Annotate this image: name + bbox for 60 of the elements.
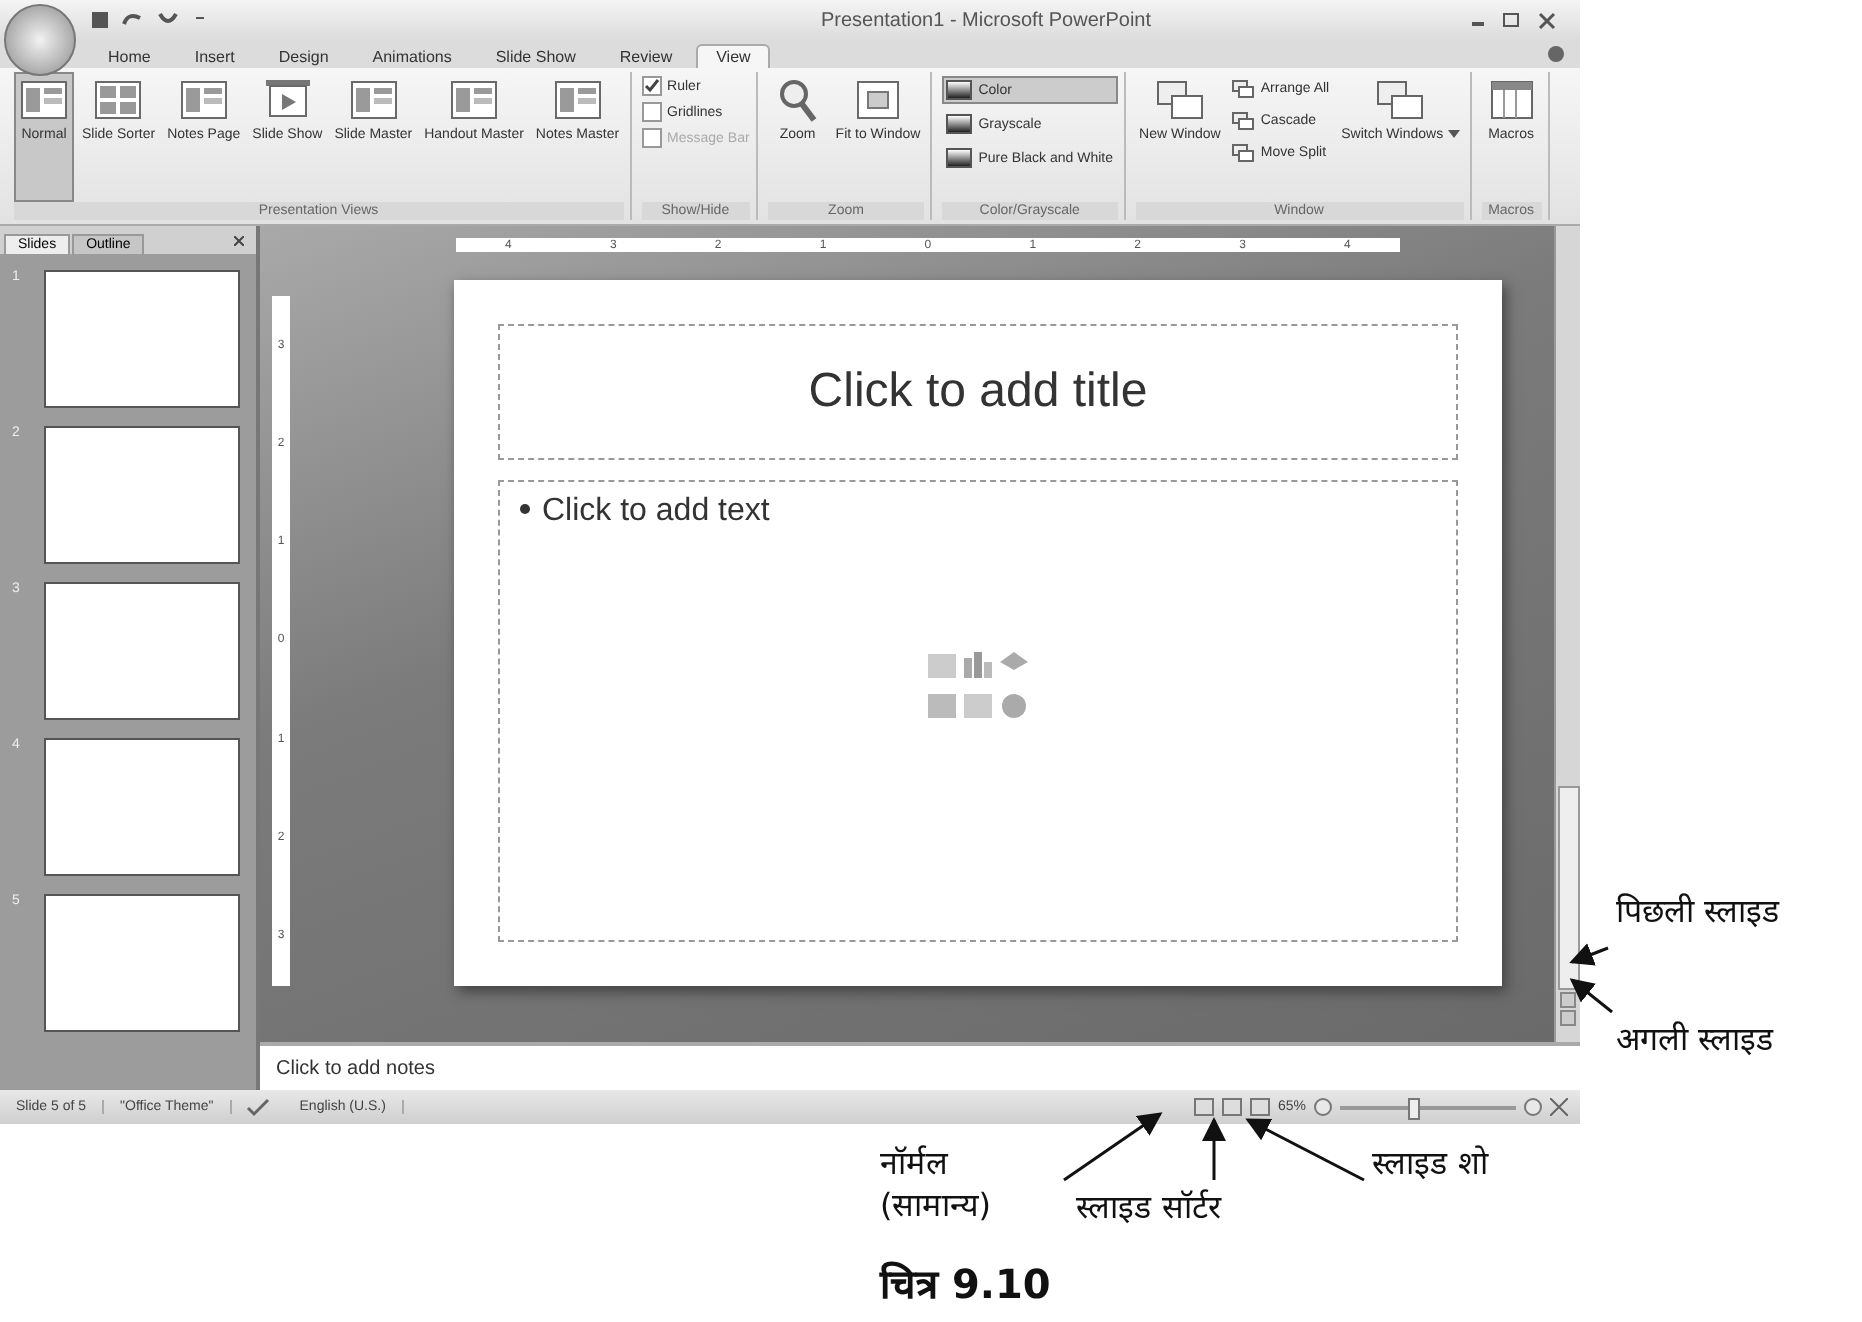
ribbon-tab[interactable]: View — [696, 44, 771, 68]
callout-arrow — [1569, 978, 1613, 1014]
next-slide-button[interactable] — [1560, 1010, 1576, 1026]
frame-icon — [852, 76, 904, 124]
layout-icon — [448, 76, 501, 124]
window-title: Presentation1 - Microsoft PowerPoint — [818, 9, 1154, 31]
callout-arrow — [1245, 1118, 1365, 1182]
content-placeholder[interactable]: Click to add text — [498, 480, 1458, 942]
body-placeholder-text: Click to add text — [516, 494, 1440, 530]
previous-slide-button[interactable] — [1560, 992, 1576, 1008]
zoom-out-button[interactable] — [1314, 1098, 1332, 1116]
office-button[interactable] — [4, 4, 76, 76]
callout-arrow — [1063, 1112, 1163, 1182]
scrollbar-thumb[interactable] — [1557, 786, 1579, 990]
slide-thumbnail[interactable] — [44, 582, 240, 720]
windows-icon — [1153, 76, 1206, 124]
slide-thumbnail[interactable] — [44, 894, 240, 1032]
slide-show-button[interactable] — [1249, 1098, 1270, 1116]
callout-label: स्लाइड शो — [1372, 1144, 1489, 1186]
slide-sorter-button[interactable] — [1221, 1098, 1242, 1116]
callout-label: अगली स्लाइड — [1616, 1020, 1775, 1062]
ribbon-tab[interactable]: Home — [88, 44, 171, 68]
macro-icon — [1485, 76, 1538, 124]
windows-icon — [1374, 76, 1427, 124]
help-icon[interactable] — [1548, 46, 1564, 62]
quick-access-toolbar-icon[interactable] — [88, 8, 208, 32]
callout-label: स्लाइड सॉर्टर — [1076, 1188, 1223, 1230]
normal-view-button[interactable] — [1193, 1098, 1214, 1116]
fit-window-icon[interactable] — [1550, 1098, 1568, 1116]
bullet-icon — [520, 504, 530, 514]
checkmark-icon[interactable] — [243, 1097, 272, 1117]
checkbox[interactable] — [641, 76, 662, 96]
notes-field[interactable]: Click to add notes — [260, 1042, 1580, 1090]
layout-icon — [18, 76, 70, 124]
slide-thumbnail[interactable] — [44, 426, 240, 564]
windows-icon — [1232, 112, 1255, 130]
callout-label: पिछली स्लाइड — [1616, 892, 1781, 934]
callout-arrow — [1569, 943, 1609, 966]
layout-icon — [177, 76, 230, 124]
callout-arrow — [1202, 1117, 1226, 1180]
checkbox[interactable] — [641, 102, 662, 122]
slide-thumbnail[interactable] — [44, 738, 240, 876]
grid-icon — [92, 76, 145, 124]
slide-thumbnail[interactable] — [44, 270, 240, 408]
windows-icon — [1232, 80, 1255, 98]
figure-caption: चित्र 9.10 — [880, 1258, 1051, 1310]
ribbon-tab[interactable]: Slide Show — [475, 44, 596, 68]
ribbon-tab[interactable]: Insert — [174, 44, 255, 68]
layout-icon — [347, 76, 400, 124]
windows-icon — [1232, 144, 1255, 162]
title-placeholder[interactable]: Click to add title — [498, 324, 1458, 460]
ribbon-tab[interactable]: Review — [599, 44, 693, 68]
layout-icon — [551, 76, 604, 124]
ribbon-tab[interactable]: Animations — [352, 44, 472, 68]
zoom-slider-thumb[interactable] — [1407, 1097, 1420, 1119]
callout-label: (सामान्य) — [880, 1185, 991, 1228]
zoom-in-button[interactable] — [1524, 1098, 1542, 1116]
callout-label: नॉर्मल — [880, 1144, 950, 1186]
close-icon[interactable] — [234, 235, 244, 245]
ribbon-tab[interactable]: Design — [258, 44, 349, 68]
